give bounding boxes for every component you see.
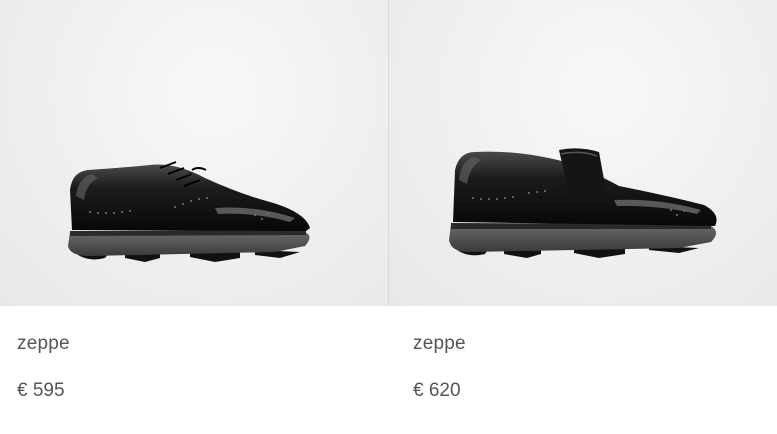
- product-card[interactable]: zeppe € 620: [389, 0, 777, 434]
- product-name[interactable]: zeppe: [413, 333, 466, 355]
- product-price: € 620: [413, 380, 461, 401]
- product-name[interactable]: zeppe: [17, 333, 70, 355]
- product-image-lace-up-shoe[interactable]: [0, 0, 388, 306]
- product-price: € 595: [17, 380, 65, 401]
- shoe-illustration: [68, 161, 310, 262]
- product-card[interactable]: zeppe € 595: [0, 0, 388, 434]
- shoe-illustration: [449, 148, 717, 258]
- product-image-strap-shoe[interactable]: [389, 0, 777, 306]
- product-grid: zeppe € 595 zeppe € 620: [0, 0, 777, 434]
